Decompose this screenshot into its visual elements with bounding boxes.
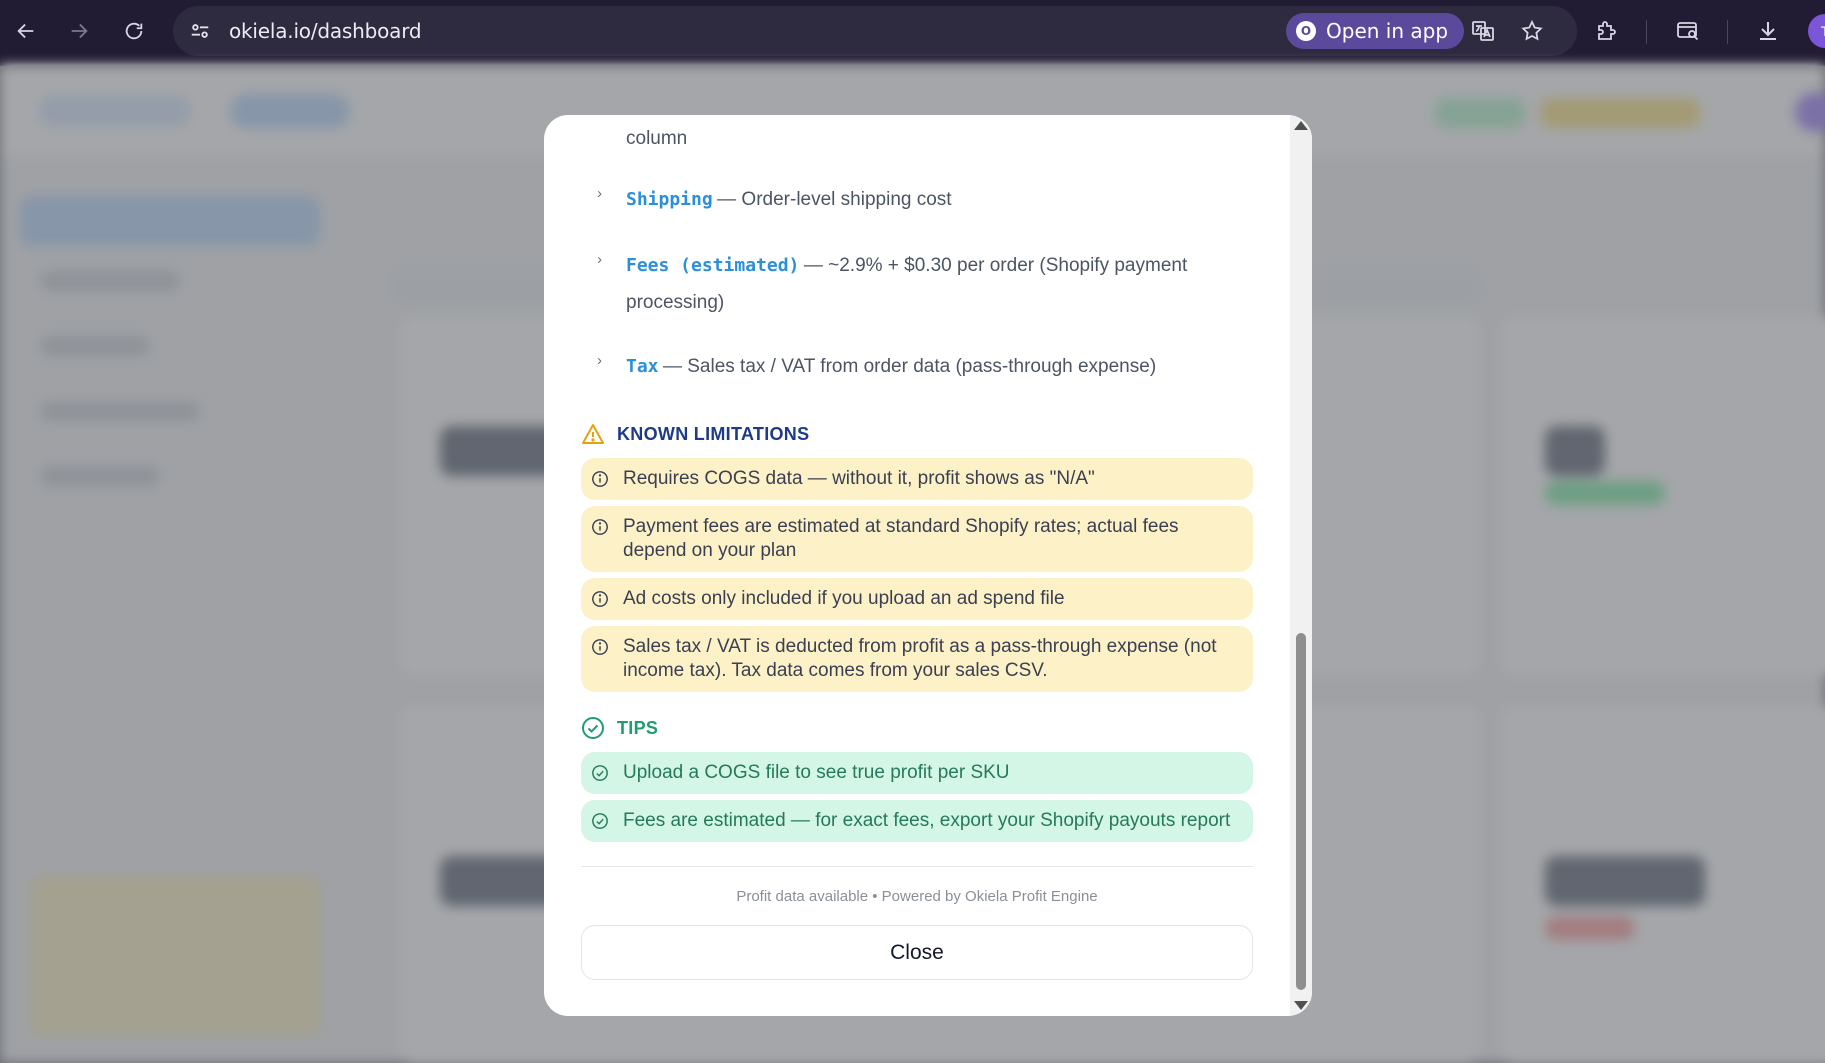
toolbar-divider: [1727, 20, 1728, 44]
browser-toolbar: okiela.io/dashboard O Open in app T: [0, 0, 1825, 66]
profile-avatar[interactable]: T: [1808, 14, 1825, 48]
star-icon: [1521, 19, 1543, 41]
cost-item-description: — Order-level shipping cost: [717, 189, 952, 210]
reload-button[interactable]: [114, 11, 154, 51]
translate-button[interactable]: [1465, 13, 1501, 49]
chevron-right-icon: ›: [597, 352, 602, 369]
tab-search-button[interactable]: [1670, 13, 1706, 49]
forward-button[interactable]: [59, 11, 99, 51]
downloads-button[interactable]: [1750, 13, 1786, 49]
extensions-button[interactable]: [1589, 13, 1625, 49]
close-button[interactable]: Close: [581, 925, 1253, 980]
cost-item-name: Fees (estimated): [626, 255, 800, 276]
modal-footer-text: Profit data available • Powered by Okiel…: [736, 888, 1098, 905]
tab-search-icon: [1677, 22, 1699, 41]
known-limitations-heading: KNOWN LIMITATIONS: [581, 422, 809, 446]
info-circle-icon: [592, 519, 608, 535]
scroll-down-arrow-icon[interactable]: [1294, 1001, 1308, 1010]
modal-divider: [581, 866, 1253, 867]
reload-icon: [125, 22, 143, 40]
tip-item: Fees are estimated — for exact fees, exp…: [581, 800, 1253, 842]
cost-item-name: Shipping: [626, 189, 713, 210]
translate-icon: [1472, 21, 1494, 41]
cost-item-tax[interactable]: › Tax — Sales tax / VAT from order data …: [581, 340, 1253, 398]
check-circle-icon: [582, 717, 604, 739]
info-circle-icon: [592, 591, 608, 607]
limitation-text: Ad costs only included if you upload an …: [623, 588, 1065, 609]
cost-item-name: Tax: [626, 356, 659, 377]
chevron-right-icon: ›: [597, 185, 602, 202]
warning-triangle-icon: [582, 424, 604, 444]
profit-info-modal: column › Shipping — Order-level shipping…: [544, 115, 1312, 1016]
cost-item-shipping[interactable]: › Shipping — Order-level shipping cost: [581, 173, 1253, 231]
bookmark-button[interactable]: [1514, 13, 1550, 49]
limitation-item: Sales tax / VAT is deducted from profit …: [581, 626, 1253, 692]
limitation-item: Requires COGS data — without it, profit …: [581, 458, 1253, 500]
tip-item: Upload a COGS file to see true profit pe…: [581, 752, 1253, 794]
puzzle-icon: [1598, 21, 1616, 40]
toolbar-divider: [1646, 20, 1647, 44]
tips-title: TIPS: [617, 717, 659, 738]
check-circle-icon: [592, 765, 608, 781]
limitation-text: Sales tax / VAT is deducted from profit …: [623, 636, 1217, 681]
limitation-text: Requires COGS data — without it, profit …: [623, 468, 1095, 489]
tip-text: Upload a COGS file to see true profit pe…: [623, 762, 1010, 783]
cost-item-row: column: [581, 115, 1253, 165]
limitation-text: Payment fees are estimated at standard S…: [623, 516, 1179, 561]
tip-text: Fees are estimated — for exact fees, exp…: [623, 810, 1231, 831]
open-in-app-button[interactable]: O Open in app: [1286, 13, 1465, 49]
chevron-right-icon: ›: [597, 251, 602, 268]
open-in-app-label: Open in app: [1326, 19, 1449, 43]
limitation-item: Ad costs only included if you upload an …: [581, 578, 1253, 620]
arrow-left-icon: [17, 23, 34, 39]
check-circle-icon: [592, 813, 608, 829]
scrollbar-thumb[interactable]: [1296, 633, 1306, 990]
cost-item-description: — Sales tax / VAT from order data (pass-…: [662, 356, 1157, 377]
download-icon: [1760, 22, 1776, 40]
cost-item-fees[interactable]: › Fees (estimated) — ~2.9% + $0.30 per o…: [581, 239, 1253, 334]
arrow-right-icon: [71, 23, 88, 39]
scroll-up-arrow-icon[interactable]: [1294, 121, 1308, 130]
info-circle-icon: [592, 639, 608, 655]
back-button[interactable]: [6, 11, 46, 51]
url-text: okiela.io/dashboard: [229, 19, 422, 43]
info-circle-icon: [592, 471, 608, 487]
cost-item-description: column: [626, 128, 688, 149]
tips-heading: TIPS: [581, 716, 658, 740]
site-info-icon[interactable]: [185, 16, 215, 46]
known-limitations-title: KNOWN LIMITATIONS: [617, 423, 810, 444]
limitation-item: Payment fees are estimated at standard S…: [581, 506, 1253, 572]
modal-scrollbar[interactable]: [1290, 115, 1312, 1016]
okiela-app-icon: O: [1296, 21, 1316, 41]
